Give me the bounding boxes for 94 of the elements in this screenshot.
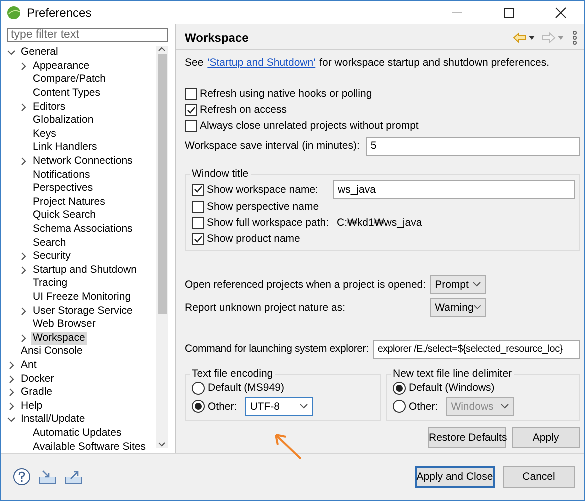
- tree-item[interactable]: Available Software Sites: [31, 440, 148, 454]
- checkbox[interactable]: [192, 233, 204, 245]
- scroll-down-icon[interactable]: [158, 442, 166, 448]
- startup-shutdown-link[interactable]: 'Startup and Shutdown': [208, 57, 316, 69]
- group-title: Window title: [191, 168, 250, 180]
- tree-item[interactable]: Keys: [31, 128, 58, 141]
- chevron-down-icon[interactable]: [7, 48, 16, 58]
- option-label: Always close unrelated projects without prompt: [200, 120, 419, 132]
- tree-item[interactable]: Schema Associations: [31, 223, 135, 236]
- scrollbar[interactable]: [156, 46, 168, 448]
- dropdown[interactable]: Prompt: [430, 275, 486, 294]
- tree-item[interactable]: Gradle: [19, 386, 55, 400]
- tree-item[interactable]: Ansi Console: [19, 345, 85, 358]
- combo-label: Report unknown project nature as:: [185, 302, 347, 314]
- caret-icon: [474, 305, 482, 310]
- tree-item[interactable]: Quick Search: [31, 209, 98, 222]
- explorer-command-field[interactable]: explorer /E,/select=${selected_resource_loc}: [372, 340, 580, 358]
- caret-icon: [300, 404, 308, 409]
- menu-icon[interactable]: [572, 30, 578, 44]
- option-label: Show full workspace path:: [207, 217, 329, 229]
- radio-button[interactable]: [192, 382, 205, 394]
- tree-item[interactable]: Notifications: [31, 168, 92, 182]
- caret-icon: [501, 404, 510, 409]
- tree-item[interactable]: Ant: [19, 358, 39, 372]
- interval-label: Workspace save interval (in minutes):: [185, 140, 360, 152]
- option-label: Show perspective name: [207, 201, 320, 213]
- tree-item[interactable]: Compare/Patch: [31, 73, 108, 86]
- option-label: Show workspace name:: [207, 184, 320, 196]
- checkbox[interactable]: [192, 217, 204, 229]
- checkbox[interactable]: [192, 184, 204, 196]
- tree-item[interactable]: Network Connections: [31, 155, 135, 168]
- chevron-down-icon[interactable]: [7, 415, 16, 424]
- tree-item[interactable]: Appearance: [31, 60, 92, 73]
- tree-item[interactable]: Workspace: [31, 332, 88, 345]
- dropdown[interactable]: Warning: [430, 298, 486, 317]
- tree-item[interactable]: Tracing: [31, 277, 70, 290]
- radio-label: Default (MS949): [208, 382, 284, 394]
- checkbox[interactable]: [192, 201, 204, 213]
- checkbox[interactable]: [185, 120, 197, 132]
- tree-item[interactable]: Startup and Shutdown: [31, 264, 139, 277]
- intro-text: for workspace startup and shutdown preferences.: [320, 57, 550, 69]
- tree-item[interactable]: Project Natures: [31, 196, 108, 209]
- group-title: New text file line delimiter: [392, 368, 514, 380]
- radio-label: Other:: [409, 400, 438, 412]
- explorer-label: Command for launching system explorer:: [185, 343, 369, 355]
- combo-label: Open referenced projects when a project is opened:: [185, 278, 426, 290]
- app-logo-icon: [7, 6, 21, 20]
- checkbox[interactable]: [185, 104, 197, 116]
- tree-item[interactable]: UI Freeze Monitoring: [31, 290, 134, 304]
- checkbox[interactable]: [185, 88, 197, 100]
- interval-field[interactable]: 5: [366, 136, 580, 156]
- option-label: Refresh on access: [200, 104, 287, 116]
- chevron-right-icon[interactable]: [19, 62, 28, 71]
- tree-item[interactable]: Globalization: [31, 114, 96, 128]
- radio-label: Default (Windows): [409, 382, 495, 394]
- tree-item[interactable]: Content Types: [31, 87, 103, 100]
- restore-defaults-button[interactable]: Restore Defaults: [428, 427, 506, 448]
- cancel-button[interactable]: Cancel: [503, 466, 575, 488]
- chevron-right-icon[interactable]: [19, 306, 28, 316]
- radio-label: Other:: [208, 400, 238, 412]
- tree-item[interactable]: User Storage Service: [31, 304, 135, 318]
- intro-text: See: [185, 57, 204, 69]
- tree-item[interactable]: General: [19, 46, 60, 60]
- radio-button[interactable]: [393, 382, 406, 394]
- tree-item[interactable]: Search: [31, 236, 68, 250]
- import-icon[interactable]: [39, 469, 57, 485]
- tree-item[interactable]: Link Handlers: [31, 141, 100, 154]
- tree-item[interactable]: Install/Update: [19, 413, 88, 426]
- tree-item[interactable]: Editors: [31, 100, 68, 114]
- window-title: Preferences: [27, 6, 93, 20]
- chevron-right-icon[interactable]: [19, 334, 28, 343]
- help-icon[interactable]: [13, 468, 31, 486]
- scroll-up-icon[interactable]: [158, 46, 166, 52]
- tree-item[interactable]: Web Browser: [31, 318, 98, 332]
- chevron-right-icon[interactable]: [19, 157, 28, 166]
- tree-item[interactable]: Security: [31, 250, 73, 264]
- tree-item[interactable]: Automatic Updates: [31, 426, 124, 440]
- page-title: Workspace: [185, 30, 250, 44]
- option-label: Refresh using native hooks or polling: [200, 88, 372, 100]
- option-label: Show product name: [207, 233, 300, 245]
- dropdown[interactable]: UTF-8: [245, 397, 314, 416]
- chevron-right-icon[interactable]: [19, 102, 28, 112]
- workspace-name-field[interactable]: ws_java: [333, 180, 575, 199]
- apply-button[interactable]: Apply: [512, 427, 580, 448]
- dropdown-icon[interactable]: [527, 34, 537, 40]
- caret-icon: [473, 282, 482, 287]
- filter-field[interactable]: type filter text: [7, 28, 168, 42]
- tree-item[interactable]: Help: [19, 400, 45, 413]
- export-icon[interactable]: [65, 469, 83, 485]
- radio-button[interactable]: [192, 400, 205, 413]
- tree-item[interactable]: Perspectives: [31, 182, 96, 196]
- workspace-path: C:₩kd1₩ws_java: [336, 217, 422, 229]
- group-title: Text file encoding: [191, 368, 274, 380]
- tree-item[interactable]: Docker: [19, 372, 56, 386]
